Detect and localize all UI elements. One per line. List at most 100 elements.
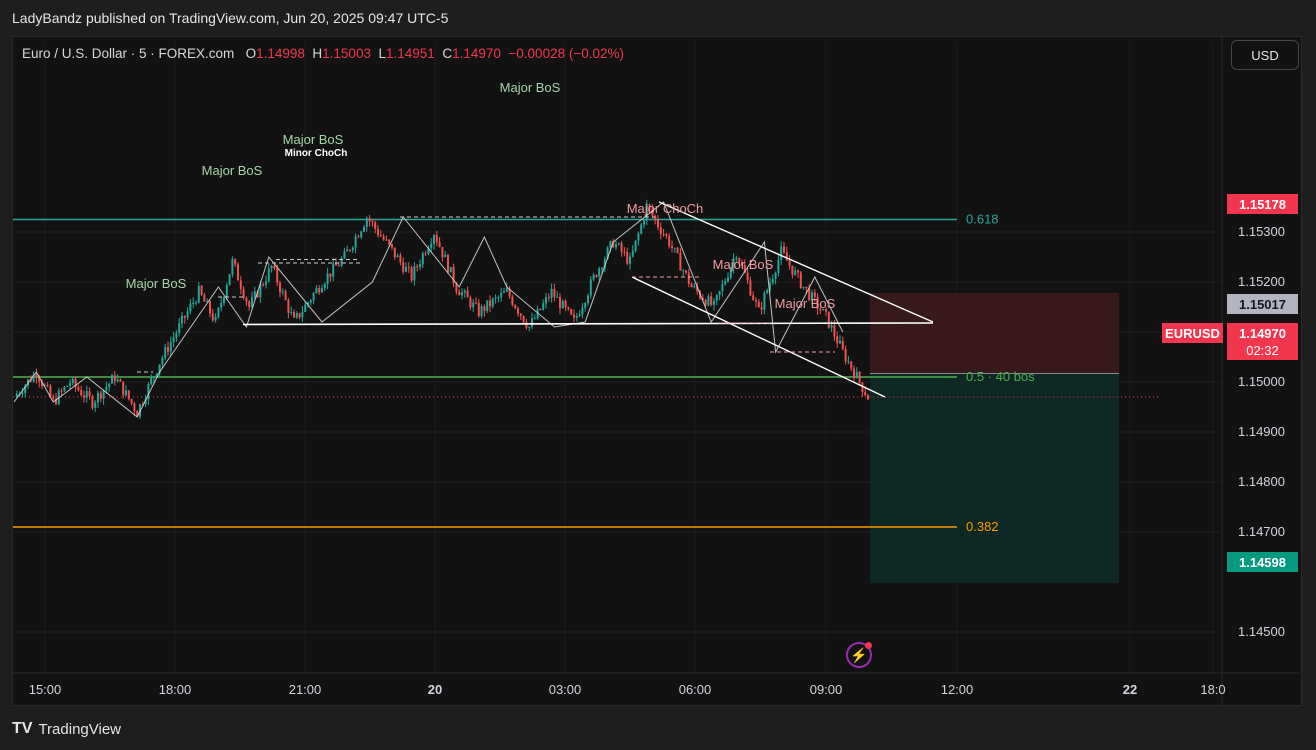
candle-body: [388, 239, 391, 245]
candle-body: [209, 301, 211, 314]
candle-body: [85, 391, 88, 398]
candle-body: [346, 249, 349, 252]
candle-body: [643, 220, 645, 225]
candle-body: [757, 301, 760, 308]
structure-annotation-label: Major BoS: [202, 163, 263, 178]
candle-body: [528, 326, 531, 328]
candle-body: [710, 296, 713, 305]
candle-body: [673, 247, 676, 249]
last-price-badge: 1.14970 02:32: [1227, 323, 1298, 360]
low-value: 1.14951: [386, 46, 435, 61]
y-tick-label: 1.15300: [1238, 224, 1285, 239]
candle-body: [335, 263, 337, 266]
structure-annotation-label: Major BoS: [775, 296, 836, 311]
candle-body: [192, 302, 195, 304]
structure-zigzag-line: [13, 201, 844, 418]
candle-body: [379, 235, 382, 237]
structure-annotation-label: Major ChoCh: [627, 201, 704, 216]
candle-body: [116, 379, 119, 382]
candle-body: [853, 368, 855, 379]
candle-body: [270, 265, 273, 269]
currency-button[interactable]: USD: [1231, 40, 1299, 70]
candle-body: [416, 266, 419, 268]
candle-body: [231, 258, 234, 275]
candle-body: [326, 273, 329, 285]
candle-body: [35, 374, 38, 378]
candle-body: [539, 308, 542, 310]
candle-body: [631, 250, 634, 257]
candle-body: [617, 243, 620, 245]
change-value: −0.00028 (−0.02%): [508, 46, 624, 61]
candle-body: [391, 244, 393, 248]
candle-body: [578, 314, 581, 317]
candle-body: [503, 291, 505, 293]
candle-body: [497, 297, 500, 299]
candle-body: [99, 392, 102, 399]
candle-body: [771, 279, 774, 283]
candle-body: [365, 218, 368, 227]
candle-body: [97, 392, 99, 403]
channel-lower-line: [631, 276, 886, 398]
candle-body: [545, 297, 547, 304]
candle-body: [407, 266, 410, 268]
candle-body: [228, 274, 231, 286]
candle-body: [52, 396, 55, 399]
candle-body: [46, 384, 49, 386]
candle-body: [799, 272, 802, 288]
candle-body: [589, 279, 592, 296]
structure-annotation-label: Minor ChoCh: [285, 148, 348, 159]
candle-body: [850, 361, 853, 369]
candle-body: [830, 325, 833, 328]
candle-body: [844, 348, 847, 362]
candle-body: [704, 300, 707, 306]
candle-body: [715, 294, 718, 301]
candle-body: [253, 291, 256, 298]
candle-body: [561, 300, 564, 309]
structure-annotation-label: Major BoS: [283, 132, 344, 147]
candle-body: [183, 315, 186, 318]
candle-body: [444, 254, 447, 258]
candle-body: [91, 396, 94, 408]
candle-body: [570, 309, 573, 315]
footer-brand: TV TradingView: [12, 716, 121, 742]
candle-body: [164, 346, 167, 358]
candle-body: [480, 306, 483, 317]
candle-body: [290, 311, 293, 313]
candle-body: [665, 234, 668, 237]
candle-body: [514, 305, 517, 309]
candle-body: [402, 262, 405, 272]
candle-body: [581, 307, 584, 315]
candle-body: [486, 300, 489, 312]
candle-body: [505, 288, 508, 292]
stop-loss-zone: [870, 293, 1119, 374]
candle-body: [472, 302, 475, 308]
candle-body: [147, 384, 150, 400]
stop-price-badge: 1.15178: [1227, 194, 1298, 214]
candle-body: [615, 244, 617, 248]
alert-lightning-icon[interactable]: ⚡: [846, 642, 872, 668]
candle-body: [763, 292, 766, 310]
y-tick-label: 1.15200: [1238, 274, 1285, 289]
candle-body: [805, 286, 808, 289]
symbol-name[interactable]: Euro / U.S. Dollar · 5 · FOREX.com: [22, 46, 234, 61]
candlestick-chart[interactable]: 1.153001.152001.151001.150001.149001.148…: [0, 0, 1316, 750]
candle-body: [601, 268, 603, 270]
notification-dot: [865, 642, 872, 649]
candle-body: [783, 246, 785, 253]
y-tick-label: 1.14900: [1238, 424, 1285, 439]
candle-body: [659, 227, 662, 234]
y-tick-label: 1.15000: [1238, 374, 1285, 389]
candle-body: [80, 390, 83, 396]
structure-annotation-label: Major BoS: [126, 276, 187, 291]
high-value: 1.15003: [322, 46, 371, 61]
candle-body: [77, 387, 80, 391]
candle-body: [287, 299, 290, 313]
candle-body: [304, 304, 307, 312]
candle-body: [69, 383, 71, 386]
candle-body: [780, 246, 783, 260]
candle-body: [267, 268, 270, 282]
candle-body: [122, 381, 125, 396]
target-price-badge: 1.14598: [1227, 552, 1298, 572]
candle-body: [461, 292, 463, 296]
candle-body: [312, 293, 315, 301]
